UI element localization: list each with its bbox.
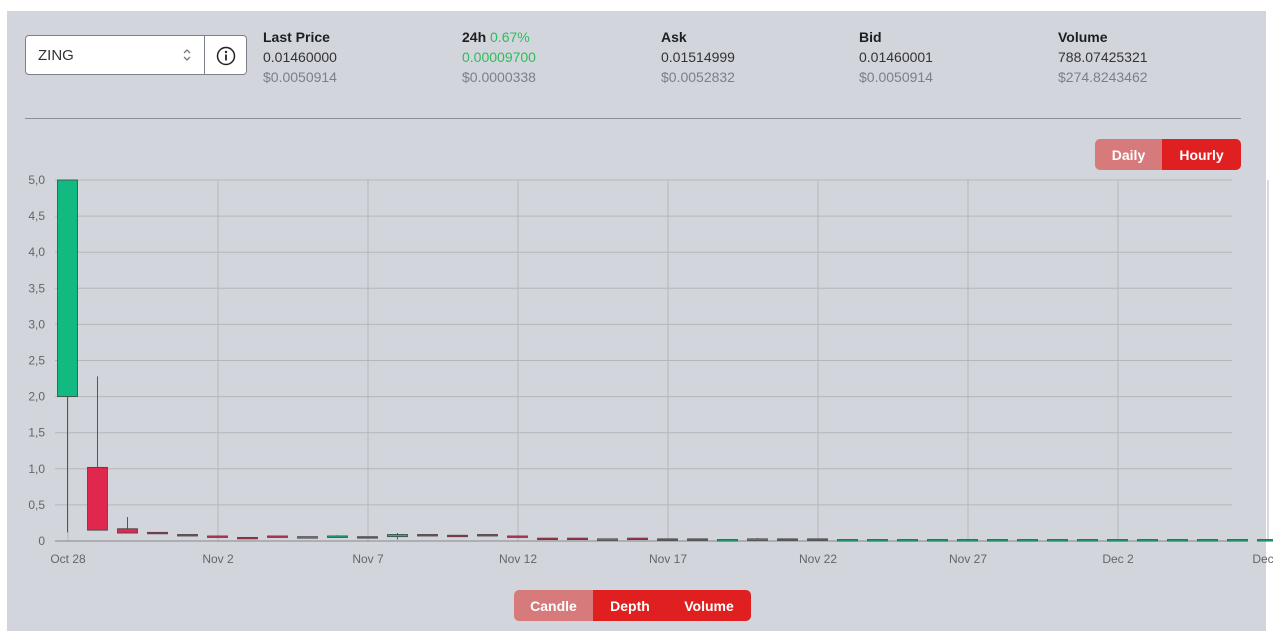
y-tick-label: 1,5	[28, 426, 45, 440]
candle-body	[117, 528, 138, 534]
y-tick-label: 0	[38, 534, 45, 548]
candle-body	[267, 535, 288, 538]
candle-body	[147, 531, 168, 535]
x-tick-label: Dec 2	[1102, 552, 1134, 566]
x-tick-label: Oct 28	[50, 552, 86, 566]
candle-body	[1017, 539, 1038, 542]
candle-body	[957, 539, 978, 542]
candle-body	[1137, 539, 1158, 542]
candle-body	[597, 538, 618, 541]
x-tick-label: Nov 12	[499, 552, 537, 566]
candle-body	[237, 536, 258, 540]
candle-body	[177, 534, 198, 537]
candle-body	[357, 536, 378, 539]
candle-body	[477, 534, 498, 537]
candle-body	[747, 538, 768, 541]
candlestick-chart: 0 0,5 1,0 1,5 2,0 2,5 3,0 3,5 4,0 4,5 5,0 Oct 28 Nov…	[28, 173, 1273, 566]
y-tick-label: 3,5	[28, 281, 45, 295]
candle-body	[867, 539, 888, 542]
candle-body	[927, 539, 948, 542]
candle-body	[537, 537, 558, 541]
candle-body	[1107, 539, 1128, 542]
candle-body	[1077, 539, 1098, 542]
y-tick-label: 5,0	[28, 173, 45, 187]
x-tick-label: Nov 27	[949, 552, 987, 566]
x-tick-label: Nov 2	[202, 552, 234, 566]
candle-body	[57, 179, 78, 398]
candle-body	[567, 537, 588, 541]
candle-body	[1227, 539, 1248, 542]
candle-body	[1167, 539, 1188, 542]
candle-body	[1197, 539, 1218, 542]
candle-body	[987, 539, 1008, 542]
x-tick-label: Nov 7	[352, 552, 384, 566]
candle-body	[327, 535, 348, 538]
volume-button[interactable]: Volume	[667, 590, 751, 621]
candle-body	[387, 534, 408, 538]
x-tick-label: Dec 7	[1252, 552, 1273, 566]
x-tick-label: Nov 17	[649, 552, 687, 566]
candle-button[interactable]: Candle	[514, 590, 593, 621]
candle-body	[717, 539, 738, 542]
candle-body	[417, 534, 438, 537]
y-tick-label: 3,0	[28, 317, 45, 331]
candle-body	[807, 538, 828, 541]
candle-body	[687, 538, 708, 541]
candle-body	[1047, 539, 1068, 542]
depth-button[interactable]: Depth	[593, 590, 667, 621]
candle-body	[297, 536, 318, 539]
candle-body	[627, 537, 648, 541]
candle-body	[507, 535, 528, 538]
x-tick-label: Nov 22	[799, 552, 837, 566]
candle-body	[657, 538, 678, 541]
y-tick-label: 2,0	[28, 390, 45, 404]
y-tick-label: 1,0	[28, 462, 45, 476]
candle-body	[837, 539, 858, 542]
y-tick-label: 2,5	[28, 354, 45, 368]
y-tick-label: 4,5	[28, 209, 45, 223]
chart-type-toggle: Candle Depth Volume	[514, 590, 751, 621]
candle-body	[1257, 539, 1273, 542]
y-tick-label: 0,5	[28, 498, 45, 512]
candle-body	[777, 538, 798, 541]
y-tick-label: 4,0	[28, 245, 45, 259]
candle-body	[207, 535, 228, 538]
candle-body	[87, 466, 108, 531]
candle-body	[897, 539, 918, 542]
candle-body	[447, 534, 468, 538]
